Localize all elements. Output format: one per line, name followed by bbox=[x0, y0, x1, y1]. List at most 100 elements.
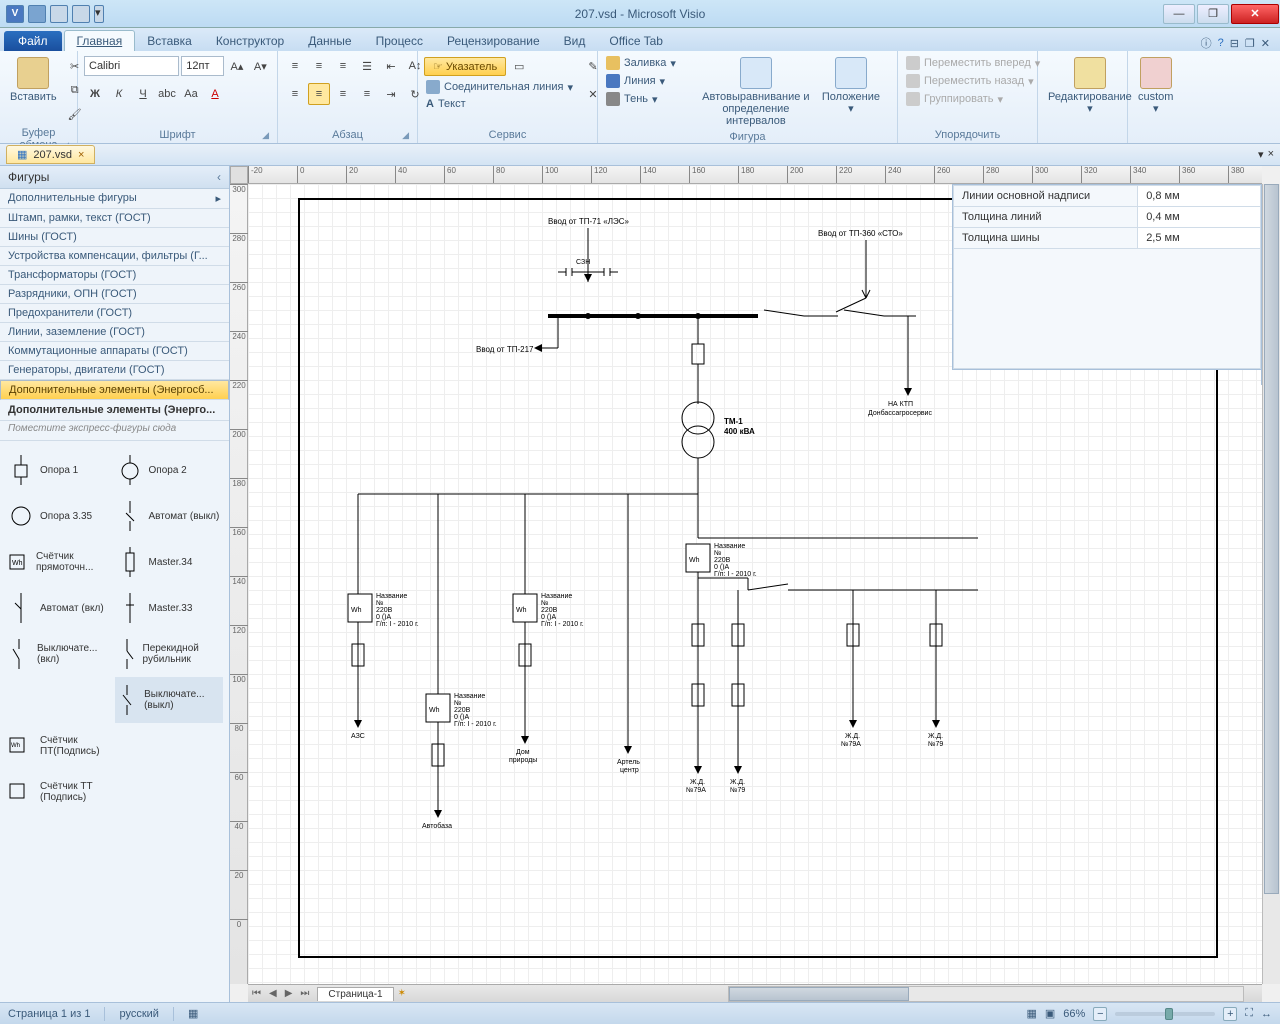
font-name-select[interactable]: Calibri bbox=[84, 56, 179, 76]
zoom-in-button[interactable]: + bbox=[1223, 1007, 1237, 1021]
view-full-icon[interactable]: ▣ bbox=[1045, 1007, 1055, 1020]
stencil-item[interactable]: Коммутационные аппараты (ГОСТ) bbox=[0, 342, 229, 361]
shadow-button[interactable]: Тень ▾ bbox=[604, 91, 678, 107]
strike-button[interactable]: abc bbox=[156, 83, 178, 105]
stencil-item[interactable]: Трансформаторы (ГОСТ) bbox=[0, 266, 229, 285]
rect-tool-icon[interactable]: ▭ bbox=[508, 55, 530, 77]
file-tab[interactable]: Файл bbox=[4, 31, 62, 51]
underline-button[interactable]: Ч bbox=[132, 83, 154, 105]
shape-item[interactable]: Счётчик ТТ (Подпись) bbox=[6, 769, 115, 815]
shape-item[interactable]: Master.34 bbox=[115, 539, 224, 585]
mdi-close-icon[interactable]: ✕ bbox=[1261, 37, 1270, 50]
tab-insert[interactable]: Вставка bbox=[135, 31, 204, 51]
shape-item[interactable]: Опора 2 bbox=[115, 447, 224, 493]
font-color-button[interactable]: A bbox=[204, 83, 226, 105]
data-row-value[interactable]: 0,4 мм bbox=[1138, 207, 1261, 228]
shape-item[interactable]: Автомат (выкл) bbox=[115, 493, 224, 539]
stencil-item[interactable]: Предохранители (ГОСТ) bbox=[0, 304, 229, 323]
fill-button[interactable]: Заливка ▾ bbox=[604, 55, 678, 71]
tab-officetab[interactable]: Office Tab bbox=[597, 31, 675, 51]
qat-save-icon[interactable] bbox=[28, 5, 46, 23]
new-page-icon[interactable]: ✶ bbox=[394, 988, 410, 999]
grow-font-icon[interactable]: A▴ bbox=[226, 55, 247, 77]
shape-item[interactable]: Выключате... (вкл) bbox=[6, 631, 115, 677]
position-button[interactable]: Положение▾ bbox=[818, 55, 884, 117]
shape-item[interactable]: WhСчётчик прямоточн... bbox=[6, 539, 115, 585]
align-bot-icon[interactable]: ≡ bbox=[332, 55, 354, 77]
shrink-font-icon[interactable]: A▾ bbox=[250, 55, 271, 77]
indent-dec-icon[interactable]: ⇤ bbox=[380, 55, 402, 77]
line-button[interactable]: Линия ▾ bbox=[604, 73, 678, 89]
stencil-item[interactable]: Разрядники, ОПН (ГОСТ) bbox=[0, 285, 229, 304]
align-just-icon[interactable]: ≡ bbox=[356, 83, 378, 105]
tabbar-close-icon[interactable]: × bbox=[1268, 148, 1274, 161]
switch-window-icon[interactable]: ↔ bbox=[1261, 1008, 1272, 1020]
qat-customize-icon[interactable]: ▾ bbox=[94, 5, 104, 23]
shape-data-panel[interactable]: Линии основной надписи0,8 мм Толщина лин… bbox=[952, 184, 1262, 370]
document-tab[interactable]: ▦ 207.vsd × bbox=[6, 145, 95, 164]
horizontal-scrollbar[interactable] bbox=[728, 986, 1244, 1002]
align-left-icon[interactable]: ≡ bbox=[284, 83, 306, 105]
tab-home[interactable]: Главная bbox=[64, 30, 136, 51]
stencil-item[interactable]: Штамп, рамки, текст (ГОСТ) bbox=[0, 209, 229, 228]
maximize-button[interactable]: ❐ bbox=[1197, 4, 1229, 24]
editing-button[interactable]: Редактирование▾ bbox=[1044, 55, 1136, 117]
options-icon[interactable]: ⊟ bbox=[1230, 37, 1239, 50]
qat-undo-icon[interactable] bbox=[50, 5, 68, 23]
fit-page-icon[interactable]: ⛶ bbox=[1245, 1007, 1253, 1020]
shapes-panel-header[interactable]: Фигуры‹ bbox=[0, 166, 229, 189]
tabbar-dropdown-icon[interactable]: ▾ bbox=[1258, 148, 1264, 161]
data-row-value[interactable]: 2,5 мм bbox=[1138, 228, 1261, 249]
font-size-select[interactable]: 12пт bbox=[181, 56, 224, 76]
indent-inc-icon[interactable]: ⇥ bbox=[380, 83, 402, 105]
shape-item[interactable]: Автомат (вкл) bbox=[6, 585, 115, 631]
shape-item[interactable]: Опора 3.35 bbox=[6, 493, 115, 539]
connector-tool[interactable]: Соединительная линия ▾ bbox=[424, 79, 575, 95]
more-shapes[interactable]: Дополнительные фигуры ▸ bbox=[0, 189, 229, 209]
stencil-item[interactable]: Линии, заземление (ГОСТ) bbox=[0, 323, 229, 342]
bold-button[interactable]: Ж bbox=[84, 83, 106, 105]
app-icon[interactable]: V bbox=[6, 5, 24, 23]
shape-item[interactable]: WhСчётчик ПТ(Подпись) bbox=[6, 723, 115, 769]
zoom-slider[interactable] bbox=[1115, 1012, 1215, 1016]
shape-item[interactable]: Выключате... (выкл) bbox=[115, 677, 224, 723]
custom-button[interactable]: custom▾ bbox=[1134, 55, 1177, 117]
align-mid-icon[interactable]: ≡ bbox=[308, 55, 330, 77]
help-icon[interactable]: ? bbox=[1218, 37, 1224, 49]
tab-view[interactable]: Вид bbox=[552, 31, 598, 51]
align-right-icon[interactable]: ≡ bbox=[332, 83, 354, 105]
shape-item[interactable]: Перекидной рубильник bbox=[115, 631, 224, 677]
stencil-item[interactable]: Устройства компенсации, фильтры (Г... bbox=[0, 247, 229, 266]
ribbon-minimize-icon[interactable]: ⓘ bbox=[1201, 35, 1212, 51]
text-tool[interactable]: A Текст bbox=[424, 97, 575, 111]
pointer-tool[interactable]: ☞ Указатель bbox=[424, 57, 506, 76]
document-tab-close-icon[interactable]: × bbox=[78, 149, 84, 161]
status-language[interactable]: русский bbox=[119, 1008, 158, 1020]
minimize-button[interactable]: — bbox=[1163, 4, 1195, 24]
stencil-item[interactable]: Генераторы, двигатели (ГОСТ) bbox=[0, 361, 229, 380]
status-zoom[interactable]: 66% bbox=[1063, 1008, 1085, 1020]
page-last-icon[interactable]: ⏭ bbox=[296, 988, 313, 999]
data-row-value[interactable]: 0,8 мм bbox=[1138, 186, 1261, 207]
macro-icon[interactable]: ▦ bbox=[188, 1007, 198, 1020]
view-normal-icon[interactable]: ▦ bbox=[1026, 1007, 1036, 1020]
page-first-icon[interactable]: ⏮ bbox=[248, 988, 265, 999]
italic-button[interactable]: К bbox=[108, 83, 130, 105]
align-top-icon[interactable]: ≡ bbox=[284, 55, 306, 77]
page-prev-icon[interactable]: ◀ bbox=[265, 988, 281, 999]
qat-redo-icon[interactable] bbox=[72, 5, 90, 23]
canvas[interactable]: Ввод от ТП-71 «ЛЭС» СЗН Ввод от ТП-360 «… bbox=[248, 184, 1262, 984]
tab-review[interactable]: Рецензирование bbox=[435, 31, 552, 51]
page-next-icon[interactable]: ▶ bbox=[281, 988, 297, 999]
tab-data[interactable]: Данные bbox=[296, 31, 363, 51]
shape-item[interactable]: Опора 1 bbox=[6, 447, 115, 493]
vertical-scrollbar[interactable] bbox=[1262, 184, 1280, 984]
close-button[interactable]: ✕ bbox=[1231, 4, 1279, 24]
zoom-out-button[interactable]: − bbox=[1093, 1007, 1107, 1021]
stencil-item[interactable]: Шины (ГОСТ) bbox=[0, 228, 229, 247]
paste-button[interactable]: Вставить bbox=[6, 55, 61, 105]
drawing-area[interactable]: -200204060801001201401601802002202402602… bbox=[230, 166, 1280, 1002]
autoalign-button[interactable]: Автовыравнивание и определение интервало… bbox=[697, 55, 815, 129]
case-button[interactable]: Aa bbox=[180, 83, 202, 105]
tab-process[interactable]: Процесс bbox=[364, 31, 435, 51]
